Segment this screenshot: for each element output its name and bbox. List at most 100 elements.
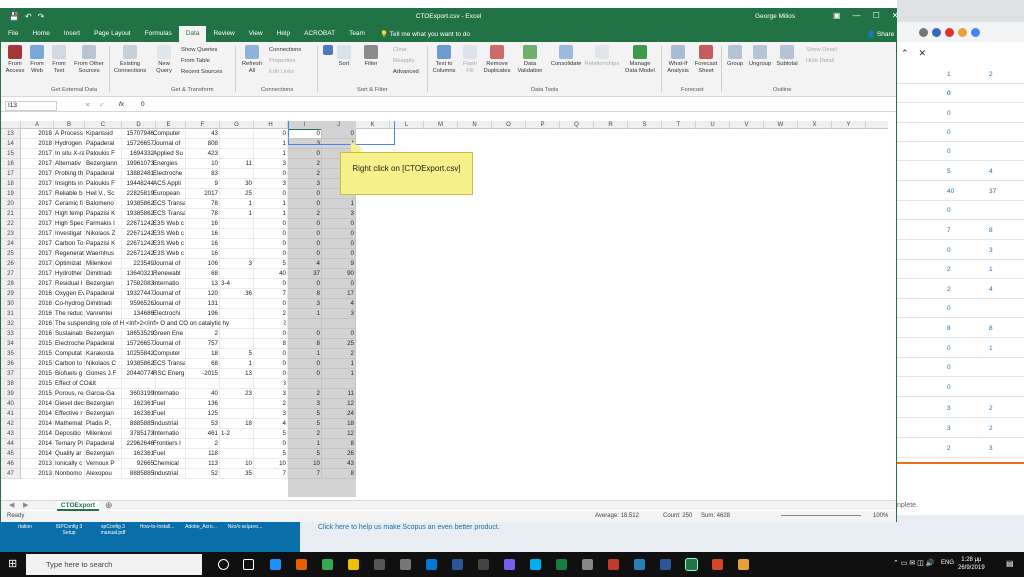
cell-e-17[interactable]: Electroche xyxy=(152,169,186,179)
cell-d-34[interactable]: 15726657 xyxy=(122,339,156,349)
cell-a-27[interactable]: 2017 xyxy=(21,269,54,279)
cell-d-20[interactable]: 19385862 xyxy=(122,199,156,209)
data-validation-button[interactable]: Data Validation xyxy=(514,45,546,75)
cell-j-29[interactable]: 17 xyxy=(322,289,356,299)
cell-a-42[interactable]: 2014 xyxy=(21,419,54,429)
cell-g-31[interactable] xyxy=(220,309,254,319)
cell-j-27[interactable]: 90 xyxy=(322,269,356,279)
citation-row[interactable]: 0 xyxy=(897,84,1024,103)
cell-a-13[interactable]: 2018 xyxy=(21,129,54,139)
cell-h-40[interactable]: 2 xyxy=(254,399,288,409)
cell-j-38[interactable] xyxy=(322,379,356,389)
enter-icon[interactable]: ✓ xyxy=(99,101,104,109)
cell-j-44[interactable]: 8 xyxy=(322,439,356,449)
cell-f-13[interactable]: 43 xyxy=(186,129,220,139)
cell-e-37[interactable]: RSC Energ xyxy=(152,369,186,379)
cell-h-29[interactable]: 7 xyxy=(254,289,288,299)
cell-f-45[interactable]: 118 xyxy=(186,449,220,459)
cell-b-15[interactable]: In situ X-ra xyxy=(54,149,85,159)
cell-j-43[interactable]: 12 xyxy=(322,429,356,439)
cell-g-46[interactable]: 10 xyxy=(220,459,254,469)
cell-i-41[interactable]: 5 xyxy=(288,409,322,419)
filter-button[interactable]: Filter xyxy=(361,45,381,68)
cell-c-18[interactable]: Paloukis F xyxy=(85,179,122,189)
cell-d-14[interactable]: 15726657 xyxy=(122,139,156,149)
cell-b-38[interactable]: Effect of CO&lt xyxy=(54,379,284,389)
row-header[interactable]: 46 xyxy=(1,459,21,469)
app-icon[interactable] xyxy=(608,559,619,570)
cell-b-43[interactable]: Depositio xyxy=(54,429,85,439)
cell-c-27[interactable]: Dimitriadi xyxy=(85,269,122,279)
cell-d-18[interactable]: 19448244 xyxy=(122,179,156,189)
cell-i-40[interactable]: 3 xyxy=(288,399,322,409)
app-icon[interactable] xyxy=(738,559,749,570)
row-header[interactable]: 35 xyxy=(1,349,21,359)
cell-g-36[interactable]: 1 xyxy=(220,359,254,369)
cell-f-18[interactable]: 9 xyxy=(186,179,220,189)
from-other-sources-button[interactable]: From Other Sources xyxy=(71,45,107,75)
cell-c-42[interactable]: Pladis P., xyxy=(85,419,122,429)
cell-d-37[interactable]: 20440774 xyxy=(122,369,156,379)
cell-i-33[interactable]: 0 xyxy=(288,329,322,339)
cell-a-26[interactable]: 2017 xyxy=(21,259,54,269)
start-icon[interactable]: ⊞ xyxy=(8,557,17,570)
cell-e-18[interactable]: ACS Appli xyxy=(152,179,186,189)
row-header[interactable]: 15 xyxy=(1,149,21,159)
cell-c-29[interactable]: Papaderal xyxy=(85,289,122,299)
cell-g-42[interactable]: 18 xyxy=(220,419,254,429)
cell-j-33[interactable]: 0 xyxy=(322,329,356,339)
hide-detail-button[interactable]: Hide Detail xyxy=(806,58,834,64)
cell-d-42[interactable]: 8885885 xyxy=(122,419,156,429)
cell-a-16[interactable]: 2017 xyxy=(21,159,54,169)
cell-h-39[interactable]: 3 xyxy=(254,389,288,399)
desktop-shortcut[interactable]: How-to-Install... xyxy=(138,522,176,552)
cell-f-22[interactable]: 16 xyxy=(186,219,220,229)
cell-c-17[interactable]: Papaderal xyxy=(85,169,122,179)
cell-f-23[interactable]: 16 xyxy=(186,229,220,239)
cell-i-28[interactable]: 0 xyxy=(288,279,322,289)
tray-icons[interactable]: ⌃ ▭ ✉ ◫ 🔊 xyxy=(893,559,934,567)
column-header-q[interactable]: Q xyxy=(560,121,594,129)
cell-c-45[interactable]: Bezergian xyxy=(85,449,122,459)
tab-file[interactable]: File xyxy=(1,26,25,42)
cell-e-39[interactable]: Internatio xyxy=(152,389,186,399)
column-header-u[interactable]: U xyxy=(696,121,730,129)
cell-h-42[interactable]: 4 xyxy=(254,419,288,429)
cell-b-20[interactable]: Ceramic fi xyxy=(54,199,85,209)
cell-i-44[interactable]: 1 xyxy=(288,439,322,449)
cell-e-25[interactable]: E3S Web c xyxy=(152,249,186,259)
cell-h-28[interactable]: 0 xyxy=(254,279,288,289)
cell-i-39[interactable]: 2 xyxy=(288,389,322,399)
cell-i-36[interactable]: 0 xyxy=(288,359,322,369)
cell-a-23[interactable]: 2017 xyxy=(21,229,54,239)
cell-a-36[interactable]: 2015 xyxy=(21,359,54,369)
cell-j-28[interactable]: 0 xyxy=(322,279,356,289)
row-header[interactable]: 17 xyxy=(1,169,21,179)
cell-c-43[interactable]: Milenkovi xyxy=(85,429,122,439)
cell-f-30[interactable]: 131 xyxy=(186,299,220,309)
cell-h-16[interactable]: 3 xyxy=(254,159,288,169)
taskbar-search[interactable]: Type here to search xyxy=(26,554,202,575)
cell-d-36[interactable]: 19385862 xyxy=(122,359,156,369)
cell-h-43[interactable]: 5 xyxy=(254,429,288,439)
row-header[interactable]: 39 xyxy=(1,389,21,399)
app-icon[interactable] xyxy=(582,559,593,570)
cell-d-21[interactable]: 19385862 xyxy=(122,209,156,219)
cell-g-37[interactable]: 13 xyxy=(220,369,254,379)
cell-a-24[interactable]: 2017 xyxy=(21,239,54,249)
row-header[interactable]: 43 xyxy=(1,429,21,439)
row-header[interactable]: 19 xyxy=(1,189,21,199)
cell-h-46[interactable]: 10 xyxy=(254,459,288,469)
cell-h-21[interactable]: 1 xyxy=(254,209,288,219)
cell-g-28[interactable]: 3-4 xyxy=(220,279,254,289)
cell-b-40[interactable]: Diesel dec xyxy=(54,399,85,409)
row-header[interactable]: 14 xyxy=(1,139,21,149)
cell-b-28[interactable]: Residual I xyxy=(54,279,85,289)
cell-a-47[interactable]: 2013 xyxy=(21,469,54,479)
viber-icon[interactable] xyxy=(504,559,515,570)
cell-a-37[interactable]: 2015 xyxy=(21,369,54,379)
cell-b-16[interactable]: Alternativ xyxy=(54,159,85,169)
column-header-h[interactable]: H xyxy=(254,121,288,129)
tab-view[interactable]: View xyxy=(242,26,270,42)
what-if-analysis-button[interactable]: What-If Analysis xyxy=(664,45,692,75)
